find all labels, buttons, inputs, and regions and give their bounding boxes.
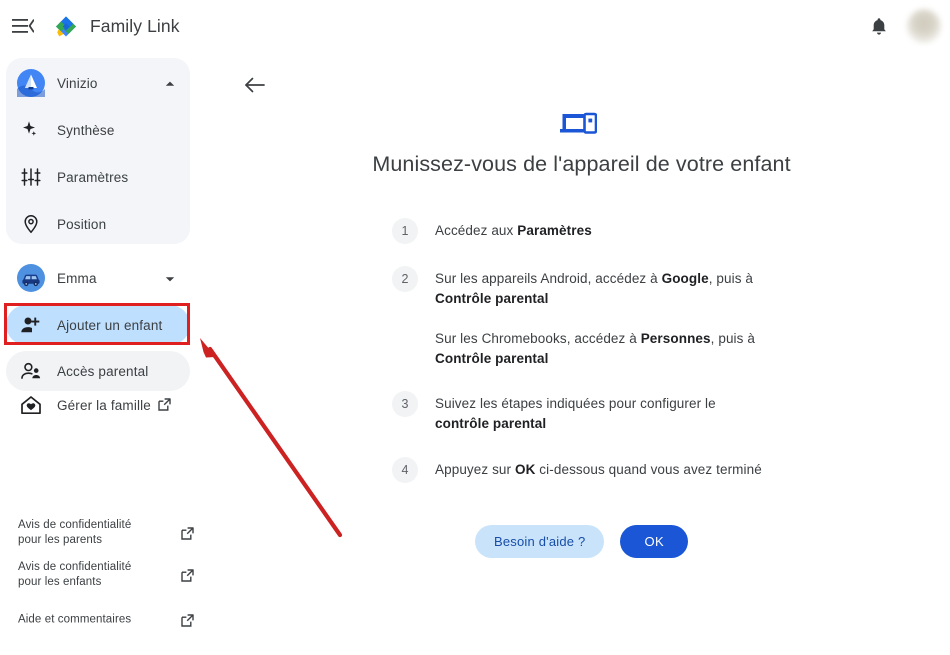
footer-link-privacy-parents[interactable]: Avis de confidentialité pour les parents	[0, 512, 213, 554]
instruction-steps: 1 Accédez aux Paramètres 2 Sur les appar…	[392, 218, 792, 483]
step-number-placeholder	[392, 326, 418, 352]
external-link-icon[interactable]	[180, 526, 195, 541]
step-item-1: 1 Accédez aux Paramètres	[392, 218, 792, 244]
family-link-logo	[53, 14, 79, 40]
step-text-part-bold: Contrôle parental	[435, 351, 549, 366]
step-text-part-bold: Paramètres	[517, 223, 592, 238]
ok-button[interactable]: OK	[620, 525, 689, 558]
step-text-part: Sur les appareils Android, accédez à	[435, 271, 662, 286]
sidebar-item-label: Accès parental	[57, 363, 149, 379]
step-number: 3	[392, 391, 418, 417]
step-item-3: 3 Suivez les étapes indiquées pour confi…	[392, 391, 792, 434]
step-text: Suivez les étapes indiquées pour configu…	[435, 394, 765, 434]
step-number: 1	[392, 218, 418, 244]
step-text-part-bold: contrôle parental	[435, 416, 547, 431]
chevron-up-icon[interactable]	[164, 77, 176, 89]
step-text-part-bold: Google	[661, 271, 709, 286]
sliders-icon	[19, 165, 43, 189]
action-buttons: Besoin d'aide ? OK	[213, 525, 950, 558]
sidebar-footer-links: Avis de confidentialité pour les parents…	[0, 512, 213, 644]
external-link-icon[interactable]	[157, 397, 172, 412]
step-text: Sur les Chromebooks, accédez à Personnes…	[435, 329, 765, 369]
step-text-part: Sur les Chromebooks, accédez à	[435, 331, 641, 346]
step-item-2: 2 Sur les appareils Android, accédez à G…	[392, 266, 792, 309]
external-link-icon[interactable]	[180, 568, 195, 583]
sidebar-item-ajouter-un-enfant[interactable]: Ajouter un enfant	[6, 305, 190, 345]
supervised-user-icon	[19, 359, 43, 383]
hamburger-collapse-icon[interactable]	[10, 14, 36, 38]
sidebar-item-position[interactable]: Position	[6, 204, 190, 244]
page-title: Munissez-vous de l'appareil de votre enf…	[372, 152, 791, 176]
sidebar-item-family-vinizio[interactable]: Vinizio	[6, 63, 190, 103]
footer-link-label: Avis de confidentialité pour les parents	[18, 519, 132, 546]
step-text-part: Accédez aux	[435, 223, 518, 238]
external-link-icon[interactable]	[180, 613, 195, 628]
step-text-part: Appuyez sur	[435, 462, 515, 477]
step-text-part: ci-dessous quand vous avez terminé	[535, 462, 762, 477]
sparkle-icon	[19, 118, 43, 142]
step-text-part-bold: Personnes	[640, 331, 711, 346]
step-text: Appuyez sur OK ci-dessous quand vous ave…	[435, 460, 762, 480]
app-title: Family Link	[90, 16, 180, 36]
step-number: 4	[392, 457, 418, 483]
user-avatar[interactable]	[907, 9, 941, 43]
child-name-label: Emma	[57, 270, 97, 286]
sidebar-item-parametres[interactable]: Paramètres	[6, 157, 190, 197]
main-content: Munissez-vous de l'appareil de votre enf…	[213, 52, 950, 655]
sidebar-item-label: Paramètres	[57, 169, 129, 185]
step-text: Sur les appareils Android, accédez à Goo…	[435, 269, 765, 309]
emma-avatar-car	[17, 264, 45, 292]
family-name-label: Vinizio	[57, 75, 98, 91]
home-heart-icon	[19, 393, 43, 417]
chevron-down-icon[interactable]	[164, 272, 176, 284]
footer-link-label: Aide et commentaires	[18, 613, 132, 626]
person-add-icon	[19, 313, 43, 337]
step-text-part: , puis à	[708, 271, 754, 286]
sidebar-nav: Vinizio Synthèse Paramètres Position Emm…	[0, 52, 213, 655]
step-item-2-continued: Sur les Chromebooks, accédez à Personnes…	[392, 329, 792, 369]
step-text-part: Suivez les étapes indiquées pour configu…	[435, 396, 716, 411]
devices-icon	[559, 109, 598, 141]
top-app-bar: Family Link	[0, 0, 950, 52]
sidebar-item-gerer-la-famille[interactable]: Gérer la famille	[6, 385, 190, 425]
step-text-part-bold: OK	[515, 462, 536, 477]
back-arrow-icon[interactable]	[240, 70, 270, 100]
location-pin-icon	[19, 212, 43, 236]
step-text-part-bold: Contrôle parental	[435, 291, 549, 306]
step-text: Accédez aux Paramètres	[435, 221, 592, 241]
footer-link-label: Avis de confidentialité pour les enfants	[18, 561, 132, 588]
step-number: 2	[392, 266, 418, 292]
help-button[interactable]: Besoin d'aide ?	[474, 525, 605, 558]
footer-link-help-feedback[interactable]: Aide et commentaires	[0, 596, 213, 644]
sidebar-item-label: Synthèse	[57, 122, 115, 138]
sidebar-item-label: Ajouter un enfant	[57, 317, 163, 333]
sidebar-item-synthese[interactable]: Synthèse	[6, 110, 190, 150]
footer-link-privacy-children[interactable]: Avis de confidentialité pour les enfants	[0, 554, 213, 596]
notifications-bell-icon[interactable]	[866, 14, 892, 40]
sidebar-item-label: Position	[57, 216, 107, 232]
step-text-part: , puis à	[710, 331, 755, 346]
sidebar-item-child-emma[interactable]: Emma	[6, 258, 190, 298]
step-item-4: 4 Appuyez sur OK ci-dessous quand vous a…	[392, 457, 792, 483]
vinizio-avatar	[17, 69, 45, 97]
sidebar-item-label: Gérer la famille	[57, 397, 151, 413]
